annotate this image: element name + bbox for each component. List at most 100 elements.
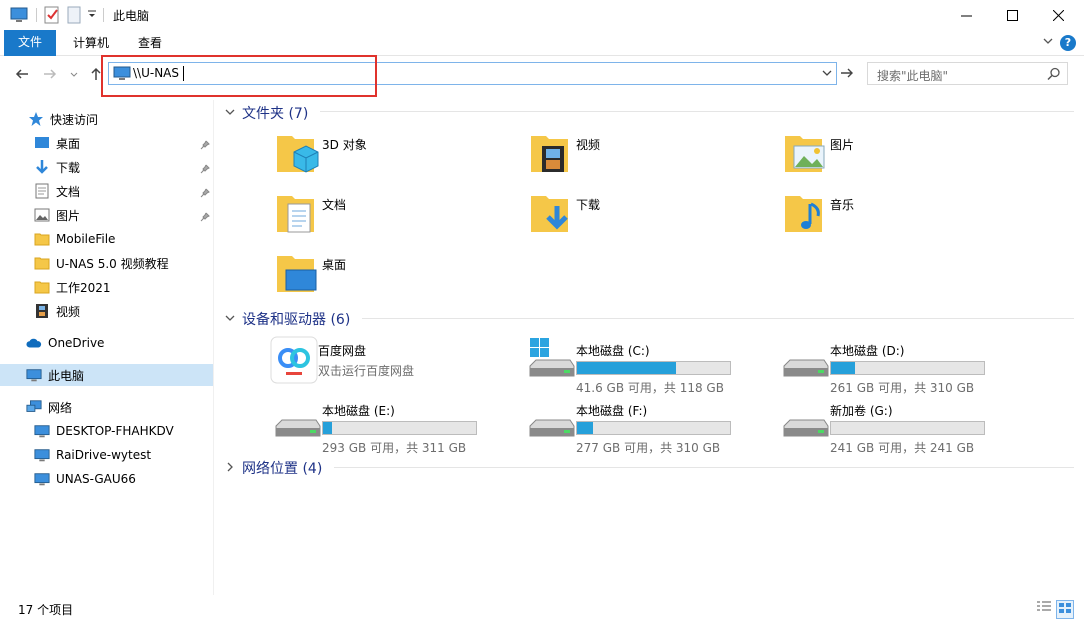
folder-icon (34, 255, 50, 271)
section-title: 网络位置 (4) (242, 461, 323, 477)
pin-icon[interactable] (200, 139, 210, 150)
sidebar-item-mobilefile[interactable]: MobileFile (34, 228, 115, 250)
desktop-folder-icon (274, 250, 322, 298)
sidebar-item-quick-access[interactable]: 快速访问 (28, 108, 98, 130)
sidebar-item-downloads[interactable]: 下载 (34, 156, 80, 178)
minimize-button[interactable] (943, 0, 989, 30)
hard-drive-icon (528, 396, 576, 444)
sidebar-item-unas-tutorial[interactable]: U-NAS 5.0 视频教程 (34, 252, 169, 274)
drive-e[interactable]: 本地磁盘 (E:) 293 GB 可用，共 311 GB (274, 396, 489, 455)
window-title: 此电脑 (113, 9, 150, 23)
folder-videos[interactable]: 视频 (528, 130, 728, 182)
computer-icon (10, 7, 28, 26)
expand-ribbon-icon[interactable] (1042, 35, 1054, 50)
search-icon[interactable] (1047, 67, 1061, 84)
folder-documents[interactable]: 文档 (274, 190, 474, 242)
help-icon[interactable]: ? (1060, 35, 1076, 51)
drive-info: 277 GB 可用，共 310 GB (576, 441, 721, 455)
ribbon-tabs: 文件 计算机 查看 ? (0, 30, 1084, 56)
drive-f[interactable]: 本地磁盘 (F:) 277 GB 可用，共 310 GB (528, 396, 743, 455)
new-folder-icon[interactable] (67, 6, 81, 27)
drive-usage-fill (577, 362, 676, 374)
drive-c[interactable]: 本地磁盘 (C:) 41.6 GB 可用，共 118 GB (528, 336, 743, 395)
picture-icon (34, 207, 50, 223)
hard-drive-icon (274, 396, 322, 444)
computer-icon (34, 471, 50, 487)
baidu-netdisk-label: 百度网盘 (318, 344, 367, 358)
section-divider (334, 467, 1074, 468)
address-dropdown-icon[interactable] (821, 66, 833, 83)
drive-g[interactable]: 新加卷 (G:) 241 GB 可用，共 241 GB (782, 396, 997, 455)
properties-icon[interactable] (44, 6, 60, 27)
pin-icon[interactable] (200, 187, 210, 198)
sidebar-item-network[interactable]: 网络 (26, 396, 72, 418)
folder-pictures[interactable]: 图片 (782, 130, 982, 182)
section-title: 文件夹 (7) (242, 106, 309, 122)
folder-3d-objects[interactable]: 3D 对象 (274, 130, 474, 182)
sidebar-item-label: U-NAS 5.0 视频教程 (56, 256, 169, 271)
details-view-icon[interactable] (1036, 600, 1052, 619)
devices-section-header[interactable]: 设备和驱动器 (6) (224, 309, 350, 329)
drive-d[interactable]: 本地磁盘 (D:) 261 GB 可用，共 310 GB (782, 336, 997, 395)
close-button[interactable] (1035, 0, 1081, 30)
sidebar-item-documents[interactable]: 文档 (34, 180, 80, 202)
sidebar-item-label: 网络 (48, 400, 73, 415)
baidu-netdisk-icon (270, 336, 318, 384)
folder-label: 图片 (830, 138, 855, 152)
content-pane: 文件夹 (7) 3D 对象 视频 图片 文档 下载 音乐 桌面 设备和驱动器 (… (218, 96, 1084, 591)
highlight-box (101, 55, 377, 97)
hard-drive-icon (782, 396, 830, 444)
documents-folder-icon (274, 190, 322, 238)
sidebar-item-label: MobileFile (56, 232, 116, 246)
recent-locations-icon[interactable] (68, 66, 84, 82)
drive-info: 41.6 GB 可用，共 118 GB (576, 381, 724, 395)
music-folder-icon (782, 190, 830, 238)
folders-section-header[interactable]: 文件夹 (7) (224, 103, 308, 123)
folder-desktop[interactable]: 桌面 (274, 250, 474, 302)
sidebar-item-work2021[interactable]: 工作2021 (34, 276, 111, 298)
drive-label: 本地磁盘 (D:) (830, 344, 905, 358)
downloads-folder-icon (528, 190, 576, 238)
tiles-view-icon[interactable] (1056, 600, 1074, 619)
sidebar-item-label: 此电脑 (48, 368, 85, 383)
pin-icon[interactable] (200, 163, 210, 174)
baidu-netdisk-sub: 双击运行百度网盘 (318, 364, 415, 378)
tab-computer[interactable]: 计算机 (64, 32, 118, 54)
pin-icon[interactable] (200, 211, 210, 222)
maximize-button[interactable] (989, 0, 1035, 30)
customize-toolbar-icon[interactable] (87, 9, 97, 23)
sidebar-item-desktop-fhahkdv[interactable]: DESKTOP-FHAHKDV (34, 420, 174, 442)
forward-arrow-icon[interactable] (42, 66, 58, 82)
tab-file[interactable]: 文件 (4, 30, 56, 56)
tab-view[interactable]: 查看 (128, 32, 172, 54)
item-count: 17 个项目 (18, 603, 74, 617)
baidu-netdisk[interactable]: 百度网盘 双击运行百度网盘 (270, 336, 490, 388)
folder-music[interactable]: 音乐 (782, 190, 982, 242)
film-icon (34, 303, 50, 319)
sidebar-item-unas-gau66[interactable]: UNAS-GAU66 (34, 468, 136, 490)
back-arrow-icon[interactable] (14, 66, 30, 82)
sidebar-item-label: RaiDrive-wytest (56, 448, 152, 462)
windows-drive-icon (528, 336, 576, 384)
drive-info: 293 GB 可用，共 311 GB (322, 441, 467, 455)
sidebar-item-onedrive[interactable]: OneDrive (26, 332, 104, 354)
network-section-header[interactable]: 网络位置 (4) (224, 458, 322, 478)
sidebar-item-this-pc[interactable]: 此电脑 (0, 364, 213, 386)
sidebar-item-raidrive[interactable]: RaiDrive-wytest (34, 444, 151, 466)
drive-label: 本地磁盘 (E:) (322, 404, 395, 418)
folder-label: 3D 对象 (322, 138, 367, 152)
section-title: 设备和驱动器 (6) (242, 312, 351, 328)
sidebar-item-videos[interactable]: 视频 (34, 300, 80, 322)
search-input[interactable]: 搜索"此电脑" (877, 67, 948, 84)
drive-label: 新加卷 (G:) (830, 404, 893, 418)
go-arrow-icon[interactable] (839, 63, 855, 84)
sidebar-item-label: OneDrive (48, 336, 105, 350)
collapse-chevron-icon (224, 311, 236, 327)
drive-usage-fill (323, 422, 332, 434)
sidebar-item-pictures[interactable]: 图片 (34, 204, 80, 226)
folder-label: 桌面 (322, 258, 347, 272)
drive-usage-bar (830, 361, 985, 375)
folder-downloads[interactable]: 下载 (528, 190, 728, 242)
search-box[interactable]: 搜索"此电脑" (867, 62, 1068, 85)
sidebar-item-desktop[interactable]: 桌面 (34, 132, 80, 154)
